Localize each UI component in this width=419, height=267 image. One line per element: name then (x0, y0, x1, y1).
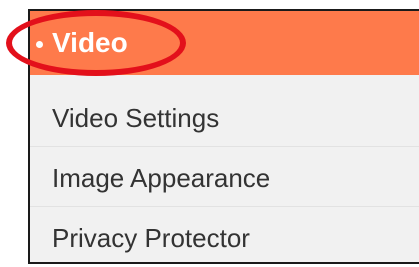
menu-item-label: Video Settings (52, 103, 220, 133)
menu-divider (30, 146, 419, 147)
bullet-icon (36, 41, 43, 48)
menu-item-label: Privacy Protector (52, 223, 250, 253)
video-menu-panel: Video Video Settings Image Appearance Pr… (28, 9, 419, 264)
menu-divider (30, 206, 419, 207)
video-menu-header[interactable]: Video (30, 11, 419, 75)
menu-item-label: Image Appearance (52, 163, 271, 193)
menu-item-video-settings[interactable]: Video Settings (30, 90, 419, 146)
menu-item-image-appearance[interactable]: Image Appearance (30, 150, 419, 206)
video-menu-header-label: Video (52, 27, 128, 58)
menu-item-privacy-protector[interactable]: Privacy Protector (30, 210, 419, 266)
